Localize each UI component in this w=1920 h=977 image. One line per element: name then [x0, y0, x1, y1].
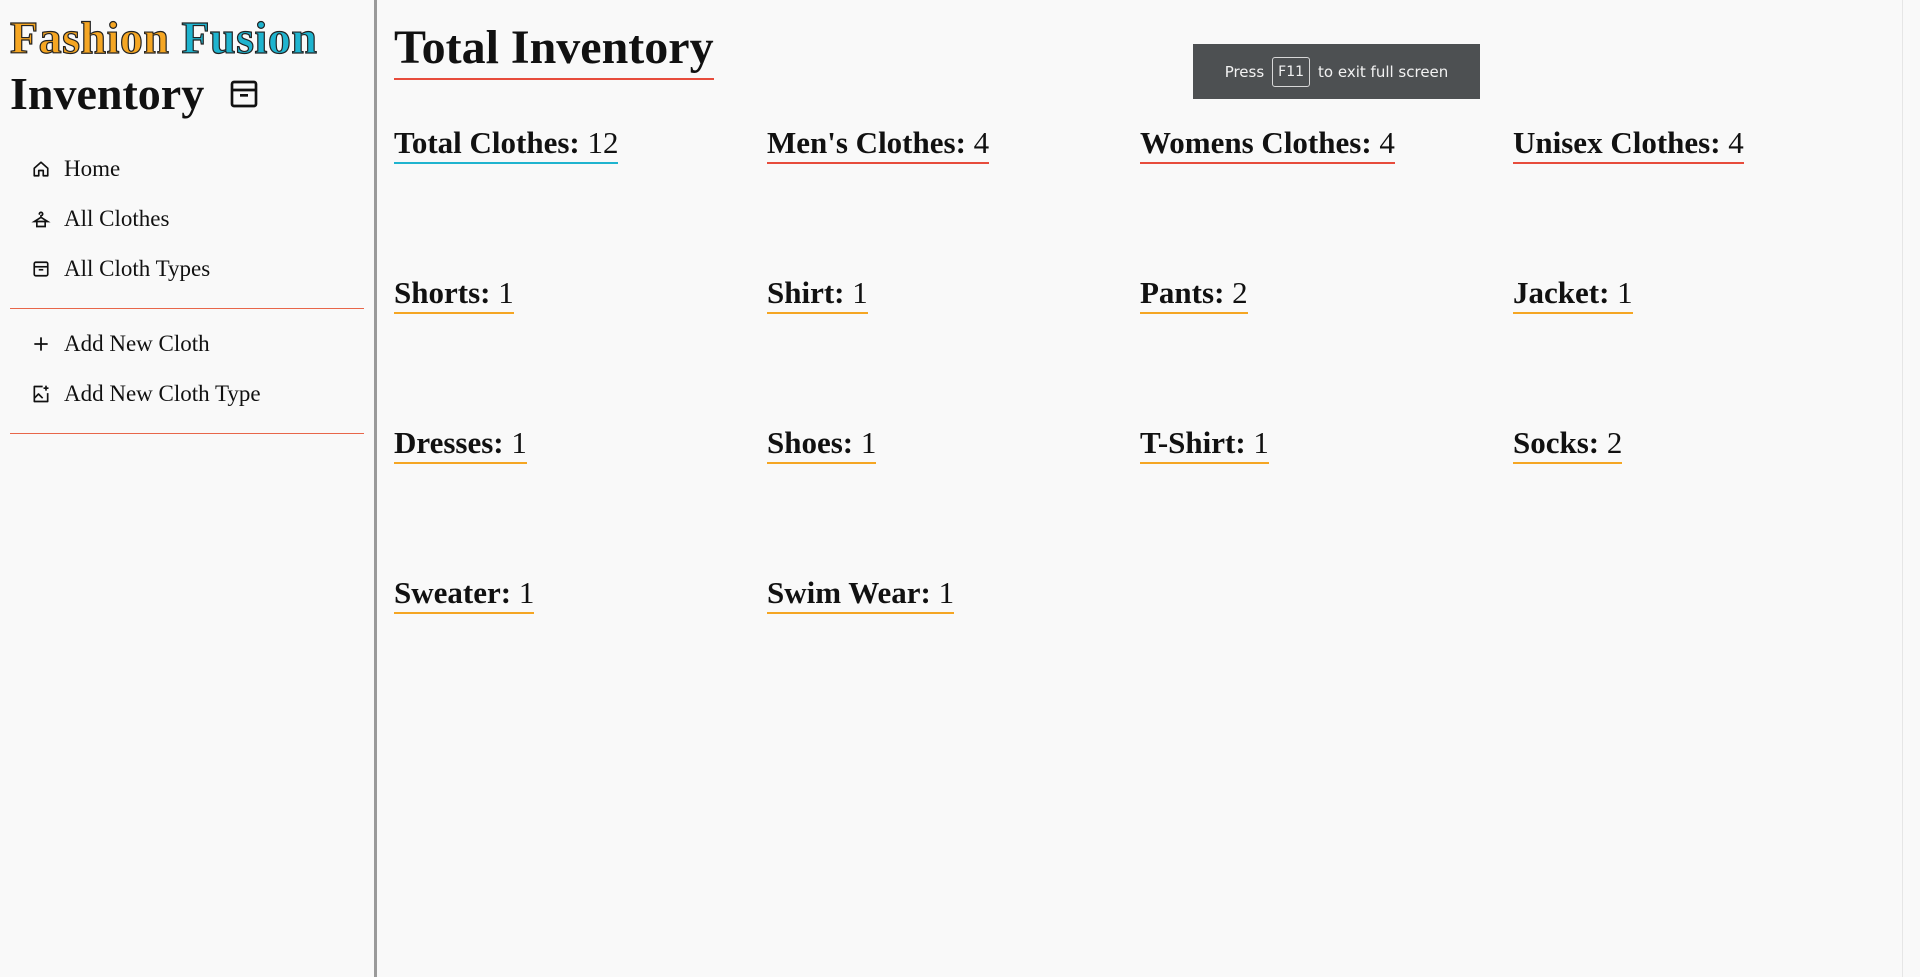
sidebar-item-home[interactable]: Home [10, 144, 364, 194]
fullscreen-toast: Press F11 to exit full screen [1193, 44, 1480, 99]
stat-value: 1 [860, 425, 877, 460]
stats-grid: Total Clothes: 12 Men's Clothes: 4 Women… [394, 125, 1902, 725]
nav-group-secondary: Add New Cloth Add New Cloth Type [10, 319, 364, 427]
stat-mens-clothes: Men's Clothes: 4 [767, 125, 1140, 275]
stat-value: 1 [1617, 275, 1633, 310]
stat-label: Shorts: [394, 275, 491, 310]
stat-womens-clothes: Womens Clothes: 4 [1140, 125, 1513, 275]
sidebar-divider [10, 433, 364, 434]
vertical-scrollbar[interactable] [1902, 0, 1920, 977]
stat-value: 4 [1379, 125, 1395, 160]
stat-total-clothes: Total Clothes: 12 [394, 125, 767, 275]
stat-value: 1 [518, 575, 535, 610]
toast-key: F11 [1272, 56, 1311, 87]
add-image-icon [30, 383, 52, 405]
stat-label: Swim Wear: [767, 575, 931, 610]
stat-value: 4 [973, 125, 990, 160]
sidebar-nav: Home All Clothes All Cloth Types Add New… [10, 144, 364, 434]
archive-icon [228, 78, 260, 110]
stat-shorts: Shorts: 1 [394, 275, 767, 425]
page-title: Total Inventory [394, 18, 714, 80]
plus-icon [30, 333, 52, 355]
stat-jacket: Jacket: 1 [1513, 275, 1886, 425]
app-root: Fashion Fusion Inventory Home All Clothe… [0, 0, 1920, 977]
main-content: Total Inventory Total Clothes: 12 Men's … [377, 0, 1920, 977]
stat-label: Pants: [1140, 275, 1225, 310]
stat-pants: Pants: 2 [1140, 275, 1513, 425]
stat-label: Men's Clothes: [767, 125, 966, 160]
stat-shoes: Shoes: 1 [767, 425, 1140, 575]
brand-word-fashion: Fashion [9, 11, 170, 63]
stat-label: Dresses: [394, 425, 504, 460]
stat-value: 1 [938, 575, 955, 610]
sidebar-item-label: Home [64, 156, 121, 181]
sidebar-subtitle: Inventory [10, 66, 364, 122]
nav-group-primary: Home All Clothes All Cloth Types [10, 144, 364, 302]
stat-value: 12 [587, 125, 619, 160]
stat-label: Socks: [1513, 425, 1600, 460]
sidebar: Fashion Fusion Inventory Home All Clothe… [0, 0, 377, 977]
stat-value: 1 [1253, 425, 1269, 460]
stat-label: Womens Clothes: [1140, 125, 1372, 160]
stat-value: 1 [498, 275, 514, 310]
sidebar-item-add-new-cloth-type[interactable]: Add New Cloth Type [10, 369, 364, 419]
sidebar-item-label: All Clothes [64, 206, 170, 231]
sidebar-item-label: Add New Cloth [64, 331, 210, 356]
stat-label: Sweater: [394, 575, 512, 610]
stat-value: 1 [852, 275, 868, 310]
stat-socks: Socks: 2 [1513, 425, 1886, 575]
brand-word-fusion: Fusion [181, 11, 318, 63]
sidebar-divider [10, 308, 364, 309]
stat-dresses: Dresses: 1 [394, 425, 767, 575]
stat-label: Total Clothes: [394, 125, 580, 160]
stat-swim-wear: Swim Wear: 1 [767, 575, 1140, 725]
brand-logo[interactable]: Fashion Fusion [9, 10, 364, 66]
sidebar-item-all-clothes[interactable]: All Clothes [10, 194, 364, 244]
toast-text-after: to exit full screen [1318, 62, 1449, 81]
stat-label: Shoes: [767, 425, 854, 460]
stat-label: Shirt: [767, 275, 845, 310]
stat-value: 1 [511, 425, 527, 460]
stat-value: 2 [1232, 275, 1248, 310]
sidebar-item-all-cloth-types[interactable]: All Cloth Types [10, 244, 364, 294]
stat-value: 2 [1606, 425, 1623, 460]
stat-sweater: Sweater: 1 [394, 575, 767, 725]
sidebar-item-label: Add New Cloth Type [64, 381, 261, 406]
hanger-icon [30, 208, 52, 230]
stat-shirt: Shirt: 1 [767, 275, 1140, 425]
stat-t-shirt: T-Shirt: 1 [1140, 425, 1513, 575]
sidebar-item-label: All Cloth Types [64, 256, 211, 281]
stat-unisex-clothes: Unisex Clothes: 4 [1513, 125, 1886, 275]
stat-label: T-Shirt: [1140, 425, 1246, 460]
stat-label: Jacket: [1513, 275, 1610, 310]
sidebar-item-add-new-cloth[interactable]: Add New Cloth [10, 319, 364, 369]
toast-text-before: Press [1224, 62, 1265, 81]
archive-icon [30, 258, 52, 280]
stat-value: 4 [1728, 125, 1744, 160]
home-icon [30, 158, 52, 180]
subtitle-text: Inventory [10, 68, 205, 119]
stat-label: Unisex Clothes: [1513, 125, 1721, 160]
